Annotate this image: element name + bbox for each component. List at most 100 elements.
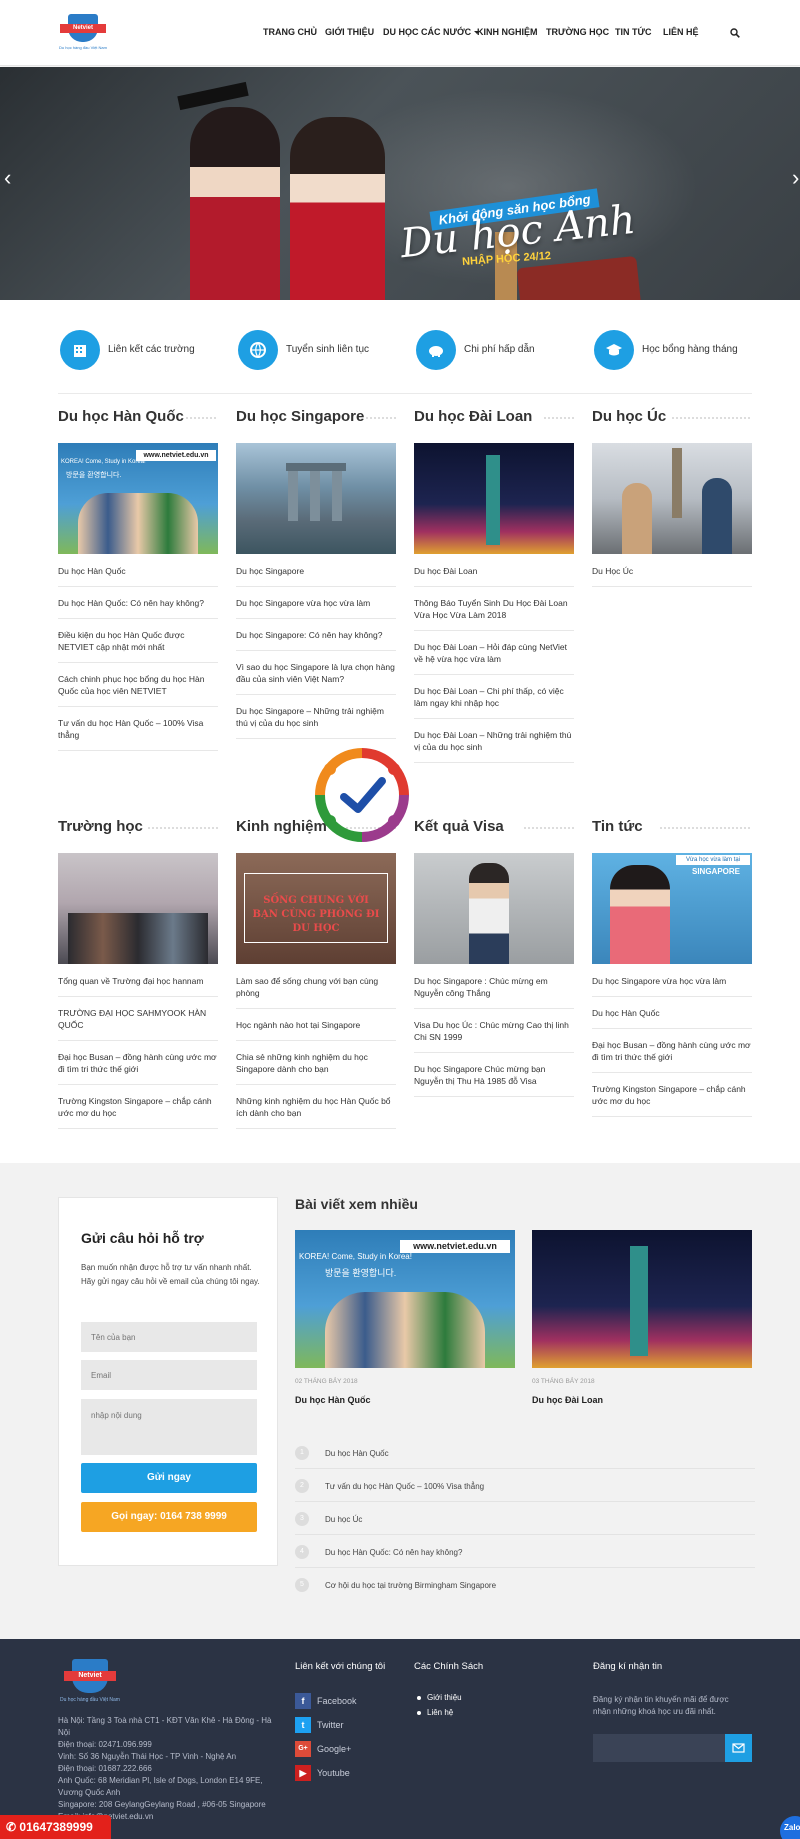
list-item[interactable]: Tư vấn du học Hàn Quốc – 100% Visa thẳng bbox=[58, 707, 218, 751]
prev-arrow-icon[interactable]: ‹ bbox=[4, 167, 11, 189]
nav-experience[interactable]: KINH NGHIỆM bbox=[477, 27, 538, 37]
ranked-post[interactable]: 1 Du học Hàn Quốc bbox=[295, 1446, 755, 1469]
feature-label: Học bổng hàng tháng bbox=[642, 344, 738, 355]
title-rule bbox=[672, 417, 752, 419]
graduation-cap-icon bbox=[594, 330, 634, 370]
list-item[interactable]: TRƯỜNG ĐẠI HỌC SAHMYOOK HÀN QUỐC bbox=[58, 997, 218, 1041]
next-arrow-icon[interactable]: › bbox=[792, 167, 799, 189]
rank-title: Cơ hội du học tại trường Birmingham Sing… bbox=[325, 1581, 497, 1590]
list-item[interactable]: Du học Đài Loan – Chi phí thấp, có việc … bbox=[414, 675, 574, 719]
list-item[interactable]: Trường Kingston Singapore – chắp cánh ướ… bbox=[58, 1085, 218, 1129]
social-label: Google+ bbox=[317, 1744, 352, 1754]
thumb-slogan: KOREA! Come, Study in Korea! bbox=[299, 1252, 412, 1261]
popular-name: Du học Hàn Quốc bbox=[295, 1395, 371, 1405]
popular-card[interactable]: 03 THÁNG BẢY 2018 Du học Đài Loan bbox=[532, 1230, 752, 1405]
ranked-post[interactable]: 4 Du học Hàn Quốc: Có nên hay không? bbox=[295, 1545, 755, 1568]
message-field[interactable] bbox=[81, 1399, 257, 1455]
list-item[interactable]: Cách chinh phục học bổng du học Hàn Quốc… bbox=[58, 663, 218, 707]
list-item[interactable]: Du học Hàn Quốc bbox=[58, 554, 218, 587]
section-title: Trường học bbox=[58, 818, 218, 840]
call-button[interactable]: Gọi ngay: 0164 738 9999 bbox=[81, 1502, 257, 1532]
thumb-news[interactable]: Vừa học vừa làm tại SINGAPORE bbox=[592, 853, 752, 964]
divider bbox=[295, 1501, 755, 1502]
ranked-post[interactable]: 5 Cơ hội du học tại trường Birmingham Sin… bbox=[295, 1578, 755, 1600]
popular-date: 02 THÁNG BẢY 2018 bbox=[295, 1378, 358, 1385]
logo[interactable]: Netviet Du học hàng đầu Việt Nam bbox=[58, 14, 108, 54]
section-experience: Kinh nghiệm SỐNG CHUNG VỚI BẠN CÙNG PHÒN… bbox=[236, 818, 396, 1129]
list-item[interactable]: Những kinh nghiệm du học Hàn Quốc bổ ích… bbox=[236, 1085, 396, 1129]
email-field[interactable] bbox=[81, 1360, 257, 1390]
list-item[interactable]: Vì sao du học Singapore là lựa chọn hàng… bbox=[236, 651, 396, 695]
nav-home[interactable]: TRANG CHỦ bbox=[263, 27, 317, 37]
newsletter-submit-button[interactable] bbox=[725, 1734, 752, 1762]
name-field[interactable] bbox=[81, 1322, 257, 1352]
list-item[interactable]: Du học Singapore – Những trải nghiệm thú… bbox=[236, 695, 396, 739]
footer-logo[interactable]: Netviet Du học hàng đầu Việt Nam bbox=[58, 1659, 122, 1707]
thumb-taiwan[interactable] bbox=[414, 443, 574, 554]
newsletter-description: Đăng ký nhận tin khuyến mãi để được nhận… bbox=[593, 1695, 729, 1716]
feature-label: Tuyển sinh liên tục bbox=[286, 344, 370, 355]
list-item[interactable]: Du học Đài Loan – Những trải nghiệm thú … bbox=[414, 719, 574, 763]
divider bbox=[58, 393, 752, 394]
list-item[interactable]: Làm sao để sống chung với bạn cùng phòng bbox=[236, 964, 396, 1009]
thumb-clock-tower bbox=[672, 448, 682, 518]
send-button[interactable]: Gửi ngay bbox=[81, 1463, 257, 1493]
list-item[interactable]: Du Học Úc bbox=[592, 554, 752, 587]
nav-news[interactable]: TIN TỨC bbox=[615, 27, 651, 37]
list-item[interactable]: Du học Đài Loan – Hỏi đáp cùng NetViet v… bbox=[414, 631, 574, 675]
list-item[interactable]: Visa Du học Úc : Chúc mừng Cao thị linh … bbox=[414, 1009, 574, 1053]
nav-countries[interactable]: DU HỌC CÁC NƯỚC bbox=[383, 27, 481, 37]
list-item[interactable]: Tổng quan về Trường đại học hannam bbox=[58, 964, 218, 997]
list-item[interactable]: Du học Đài Loan bbox=[414, 554, 574, 587]
thumb-australia[interactable] bbox=[592, 443, 752, 554]
list-item[interactable]: Du học Singapore: Có nên hay không? bbox=[236, 619, 396, 651]
newsletter-email-input[interactable] bbox=[593, 1734, 725, 1762]
verified-badge-icon bbox=[315, 748, 409, 842]
thumb-schools[interactable] bbox=[58, 853, 218, 964]
nav-contact[interactable]: LIÊN HỆ bbox=[663, 27, 699, 37]
list-item[interactable]: Chia sẻ những kinh nghiệm du học Singapo… bbox=[236, 1041, 396, 1085]
thumb-hangul: 방문을 환영합니다. bbox=[325, 1268, 397, 1278]
hotline-number: 01647389999 bbox=[19, 1820, 93, 1834]
section-title: Du học Singapore bbox=[236, 408, 396, 430]
list-item[interactable]: Điều kiện du học Hàn Quốc được NETVIET c… bbox=[58, 619, 218, 663]
thumb-visa[interactable] bbox=[414, 853, 574, 964]
list-item[interactable]: Du học Hàn Quốc bbox=[592, 997, 752, 1029]
thumb-url: www.netviet.edu.vn bbox=[400, 1240, 510, 1253]
list-item[interactable]: Đại học Busan – đồng hành cùng ước mơ đi… bbox=[58, 1041, 218, 1085]
list-item[interactable]: Du học Singapore vừa học vừa làm bbox=[236, 587, 396, 619]
site-footer: Netviet Du học hàng đầu Việt Nam Hà Nội:… bbox=[0, 1639, 800, 1839]
graduate-figure-left bbox=[190, 107, 280, 300]
list-item[interactable]: Du học Singapore vừa học vừa làm bbox=[592, 964, 752, 997]
list-item[interactable]: Học ngành nào hot tại Singapore bbox=[236, 1009, 396, 1041]
ranked-post[interactable]: 3 Du học Úc bbox=[295, 1512, 755, 1535]
nav-schools[interactable]: TRƯỜNG HỌC bbox=[546, 27, 609, 37]
feature-label: Chi phí hấp dẫn bbox=[464, 344, 535, 355]
thumb-taipei101 bbox=[630, 1246, 648, 1356]
list-item[interactable]: Du học Singapore bbox=[236, 554, 396, 587]
hero-banner[interactable]: Khởi động săn học bổng Du học Anh NHẬP H… bbox=[0, 67, 800, 300]
thumb-people bbox=[325, 1292, 485, 1368]
list-item[interactable]: Du học Singapore : Chúc mừng em Nguyễn c… bbox=[414, 964, 574, 1009]
policy-link-about[interactable]: Giới thiệu bbox=[417, 1693, 462, 1702]
divider bbox=[295, 1534, 755, 1535]
logo-text: Netviet bbox=[64, 1671, 116, 1681]
ranked-post[interactable]: 2 Tư vấn du học Hàn Quốc – 100% Visa thẳn… bbox=[295, 1479, 755, 1502]
nav-about[interactable]: GIỚI THIỆU bbox=[325, 27, 374, 37]
list-item[interactable]: Du học Singapore Chúc mừng bạn Nguyễn th… bbox=[414, 1053, 574, 1097]
rank-number: 4 bbox=[295, 1545, 309, 1559]
search-icon[interactable] bbox=[730, 28, 740, 38]
thumb-korea[interactable]: www.netviet.edu.vn KOREA! Come, Study in… bbox=[58, 443, 218, 554]
thumb-person bbox=[610, 865, 670, 964]
section-title-text: Du học Đài Loan bbox=[414, 408, 533, 425]
hotline-button[interactable]: ✆ 01647389999 bbox=[0, 1815, 111, 1839]
list-item[interactable]: Đại học Busan – đồng hành cùng ước mơ đi… bbox=[592, 1029, 752, 1073]
list-item[interactable]: Du học Hàn Quốc: Có nên hay không? bbox=[58, 587, 218, 619]
address-line: Hà Nội: Tầng 3 Toà nhà CT1 - KĐT Văn Khê… bbox=[58, 1716, 272, 1737]
popular-card[interactable]: www.netviet.edu.vn KOREA! Come, Study in… bbox=[295, 1230, 515, 1405]
list-item[interactable]: Thông Báo Tuyển Sinh Du Học Đài Loan Vừa… bbox=[414, 587, 574, 631]
thumb-experience[interactable]: SỐNG CHUNG VỚI BẠN CÙNG PHÒNG ĐI DU HỌC bbox=[236, 853, 396, 964]
list-item[interactable]: Trường Kingston Singapore – chắp cánh ướ… bbox=[592, 1073, 752, 1117]
thumb-singapore[interactable] bbox=[236, 443, 396, 554]
policy-link-contact[interactable]: Liên hệ bbox=[416, 1708, 453, 1717]
